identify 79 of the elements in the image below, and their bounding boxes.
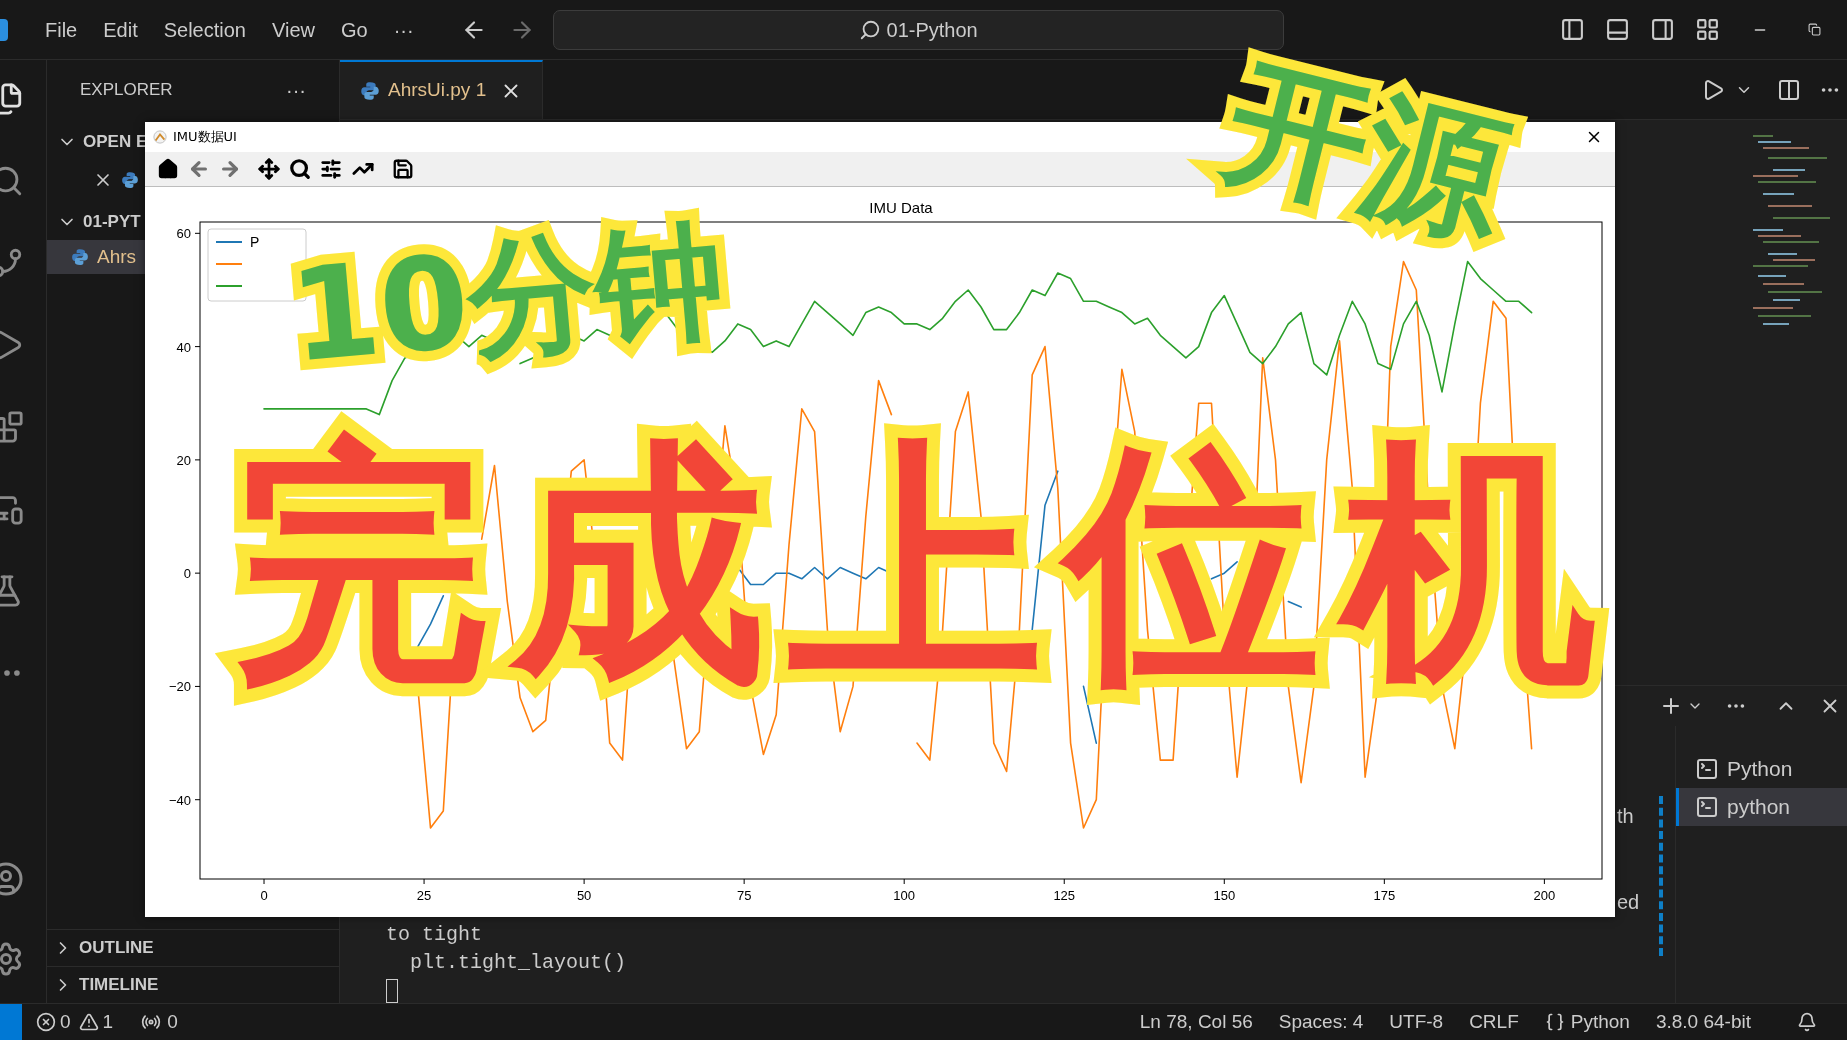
- home-icon[interactable]: [157, 158, 179, 180]
- split-editor-icon[interactable]: [1777, 77, 1801, 102]
- notifications-icon[interactable]: [1797, 1012, 1817, 1032]
- y-tick-label: 40: [176, 339, 191, 355]
- problems-indicator[interactable]: 0 1: [36, 1007, 114, 1037]
- language-mode[interactable]: Python: [1544, 1007, 1630, 1037]
- python-file-icon: [121, 171, 139, 189]
- search-icon: [858, 18, 881, 41]
- terminal-text: th: [1617, 804, 1634, 829]
- python-file-icon: [71, 248, 89, 266]
- status-item[interactable]: UTF-8: [1389, 1007, 1444, 1037]
- terminal-session-item[interactable]: python: [1676, 788, 1847, 826]
- files-icon[interactable]: [0, 82, 24, 116]
- terminal-icon: [1695, 795, 1719, 819]
- x-tick-label: 75: [736, 888, 752, 903]
- sliders-icon[interactable]: [320, 158, 342, 180]
- layout-icon[interactable]: [1695, 17, 1720, 42]
- x-tick-label: 0: [260, 888, 268, 903]
- status-item[interactable]: Spaces: 4: [1278, 1007, 1364, 1037]
- run-icon[interactable]: [0, 328, 24, 362]
- terminal-line: plt.tight_layout(): [409, 950, 627, 976]
- forward-arrow-icon[interactable]: [219, 158, 241, 180]
- command-search-field[interactable]: 01-Python: [552, 9, 1284, 50]
- save-icon[interactable]: [392, 158, 414, 180]
- y-tick-label: 0: [183, 566, 191, 582]
- python-file-icon: [360, 80, 380, 101]
- section-header[interactable]: OUTLINE: [47, 929, 339, 966]
- menu-item[interactable]: Selection: [152, 10, 257, 49]
- secondary-sidebar-icon[interactable]: [1650, 17, 1675, 42]
- app-logo-icon[interactable]: [0, 18, 8, 41]
- x-tick-label: 100: [893, 888, 916, 903]
- status-item[interactable]: Ln 78, Col 56: [1139, 1007, 1253, 1037]
- warning-icon: [78, 1012, 99, 1032]
- chart-title: IMU Data: [869, 199, 933, 216]
- panel-icon[interactable]: [1605, 17, 1630, 42]
- tab-label: AhrsUi.py 1: [388, 78, 487, 103]
- menu-item[interactable]: File: [34, 10, 89, 49]
- editor-tab[interactable]: AhrsUi.py 1: [340, 60, 544, 119]
- source-control-icon[interactable]: [0, 246, 24, 280]
- y-tick-label: −40: [168, 792, 191, 808]
- ports-indicator[interactable]: 0: [141, 1007, 178, 1037]
- explorer-title: EXPLORER: [80, 79, 173, 102]
- x-tick-label: 125: [1053, 888, 1076, 903]
- restore-icon[interactable]: [1808, 23, 1821, 36]
- more-actions-button[interactable]: ···: [286, 75, 306, 105]
- menu-item[interactable]: Edit: [92, 10, 149, 49]
- y-tick-label: 60: [176, 226, 191, 242]
- menu-item[interactable]: View: [261, 10, 326, 49]
- x-tick-label: 150: [1213, 888, 1236, 903]
- y-tick-label: 20: [176, 452, 191, 468]
- search-text: 01-Python: [886, 17, 978, 43]
- x-tick-label: 25: [416, 888, 432, 903]
- terminal-icon: [1695, 757, 1719, 781]
- section-header[interactable]: 01-PYT: [47, 204, 141, 240]
- terminal-session-item[interactable]: Python: [1676, 750, 1847, 788]
- x-tick-label: 200: [1533, 888, 1556, 903]
- terminal-text: ed: [1617, 890, 1640, 915]
- search-icon[interactable]: [0, 164, 24, 198]
- status-item[interactable]: CRLF: [1469, 1007, 1519, 1037]
- pan-icon[interactable]: [258, 158, 280, 180]
- zoom-icon[interactable]: [289, 158, 311, 180]
- x-tick-label: 175: [1373, 888, 1396, 903]
- interpreter-version[interactable]: 3.8.0 64-bit: [1655, 1007, 1751, 1037]
- menu-item[interactable]: ···: [382, 10, 425, 49]
- explorer-tree-item[interactable]: Ahrs: [47, 240, 145, 274]
- promo-text: 10分钟: [283, 203, 731, 393]
- legend-label: P: [250, 234, 260, 250]
- x-tick-label: 50: [576, 888, 592, 903]
- terminal-cursor: [386, 979, 398, 1003]
- app-icon: [153, 130, 167, 144]
- primary-sidebar-icon[interactable]: [1560, 17, 1585, 42]
- antenna-icon: [141, 1012, 162, 1032]
- y-tick-label: −20: [168, 679, 191, 695]
- terminal-line: to tight: [386, 922, 482, 948]
- window-title: IMU数据UI: [173, 128, 237, 147]
- braces-icon: [1544, 1012, 1565, 1032]
- error-icon: [36, 1012, 56, 1032]
- menu-item[interactable]: Go: [330, 10, 379, 49]
- extensions-icon[interactable]: [0, 410, 24, 444]
